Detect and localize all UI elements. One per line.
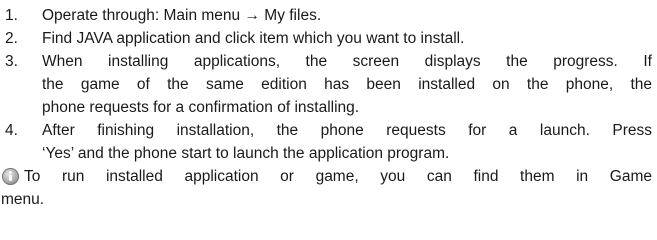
step-4-line-1: 4. After finishing installation, the pho… — [0, 119, 652, 142]
info-note-icon — [2, 168, 19, 185]
step-4-text-line-2: ‘Yes’ and the phone start to launch the … — [42, 145, 450, 162]
step-3-number: 3. — [5, 53, 18, 70]
step-4-number: 4. — [5, 122, 18, 139]
note-text-line-1: To run installed application or game, yo… — [24, 168, 652, 185]
step-3-line-2: the game of the same edition has been in… — [0, 73, 652, 96]
step-4-text-line-1: After finishing installation, the phone … — [42, 122, 652, 139]
step-1-text: Operate through: Main menu → My files. — [42, 7, 322, 24]
step-3-text-line-2: the game of the same edition has been in… — [42, 76, 652, 93]
step-1-number: 1. — [5, 7, 18, 24]
step-2-number: 2. — [5, 30, 18, 47]
step-4-line-2: ‘Yes’ and the phone start to launch the … — [0, 142, 652, 165]
step-2-line-1: 2. Find JAVA application and click item … — [0, 27, 652, 50]
instruction-document: 1. Operate through: Main menu → My files… — [0, 4, 652, 211]
note-line-2: menu. — [0, 188, 652, 211]
note-text-line-2: menu. — [1, 191, 45, 208]
step-2-text: Find JAVA application and click item whi… — [42, 30, 465, 47]
note-line-1: To run installed application or game, yo… — [0, 165, 652, 188]
step-1-line-1: 1. Operate through: Main menu → My files… — [0, 4, 652, 27]
step-3-text-line-3: phone requests for a confirmation of ins… — [42, 99, 360, 116]
step-3-text-line-1: When installing applications, the screen… — [42, 53, 652, 70]
step-3-line-1: 3. When installing applications, the scr… — [0, 50, 652, 73]
step-3-line-3: phone requests for a confirmation of ins… — [0, 96, 652, 119]
